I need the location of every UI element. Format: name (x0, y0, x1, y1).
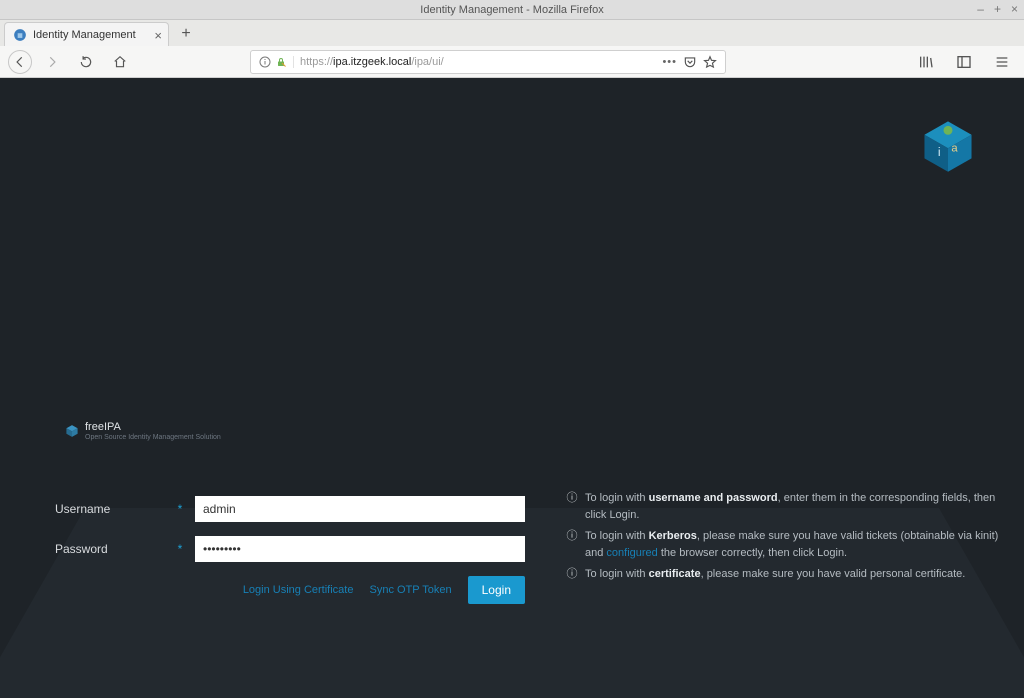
window-maximize-button[interactable]: + (994, 2, 1001, 16)
page-actions-menu[interactable]: ••• (662, 56, 677, 68)
lock-warning-icon (275, 56, 287, 68)
svg-text:a: a (951, 143, 958, 155)
login-button[interactable]: Login (468, 576, 525, 604)
hint-userpass: To login with username and password, ent… (585, 490, 1004, 524)
url-bar[interactable]: https://ipa.itzgeek.local/ipa/ui/ ••• (250, 50, 726, 74)
kerberos-config-link[interactable]: configured (606, 547, 657, 559)
bookmark-star-icon[interactable] (703, 55, 717, 69)
url-text: https://ipa.itzgeek.local/ipa/ui/ (300, 56, 656, 68)
brand-name: freeIPA (85, 421, 221, 433)
home-button[interactable] (106, 49, 134, 75)
info-icon: ⓘ (565, 528, 579, 562)
reload-button[interactable] (72, 49, 100, 75)
password-label: Password (55, 542, 165, 556)
library-button[interactable] (912, 49, 940, 75)
info-icon: ⓘ (565, 490, 579, 524)
info-icon (259, 56, 271, 68)
required-asterisk-icon: * (175, 502, 185, 516)
username-label: Username (55, 502, 165, 516)
login-form: Username * Password * Login Using Certif… (55, 496, 525, 604)
brand-block: freeIPA Open Source Identity Management … (65, 421, 221, 441)
info-icon: ⓘ (565, 566, 579, 583)
browser-tab[interactable]: Identity Management × (4, 22, 169, 46)
username-input[interactable] (195, 496, 525, 522)
new-tab-button[interactable]: + (177, 25, 195, 43)
hint-kerberos: To login with Kerberos, please make sure… (585, 528, 1004, 562)
window-minimize-button[interactable]: – (977, 2, 984, 16)
tab-strip: Identity Management × + (0, 20, 1024, 46)
back-button[interactable] (8, 50, 32, 74)
site-identity-block[interactable] (259, 56, 294, 68)
sidebar-button[interactable] (950, 49, 978, 75)
svg-text:i: i (938, 145, 941, 159)
sync-otp-link[interactable]: Sync OTP Token (369, 584, 451, 596)
password-input[interactable] (195, 536, 525, 562)
login-hint-block: ⓘ To login with username and password, e… (565, 490, 1004, 587)
brand-tagline: Open Source Identity Management Solution (85, 434, 221, 441)
tab-favicon (13, 28, 27, 42)
required-asterisk-icon: * (175, 542, 185, 556)
freeipa-mark-icon (65, 424, 79, 438)
freeipa-logo-cube-icon: i a (920, 118, 976, 174)
forward-button[interactable] (38, 49, 66, 75)
browser-toolbar: https://ipa.itzgeek.local/ipa/ui/ ••• (0, 46, 1024, 78)
hamburger-menu-button[interactable] (988, 49, 1016, 75)
login-certificate-link[interactable]: Login Using Certificate (243, 584, 354, 596)
tab-title: Identity Management (33, 29, 136, 41)
page-content: i a freeIPA Open Source Identity Managem… (0, 78, 1024, 698)
window-close-button[interactable]: × (1011, 2, 1018, 16)
pocket-icon[interactable] (683, 55, 697, 69)
window-titlebar: Identity Management - Mozilla Firefox – … (0, 0, 1024, 20)
hint-certificate: To login with certificate, please make s… (585, 566, 965, 583)
window-title: Identity Management - Mozilla Firefox (420, 4, 603, 16)
tab-close-button[interactable]: × (154, 28, 162, 43)
